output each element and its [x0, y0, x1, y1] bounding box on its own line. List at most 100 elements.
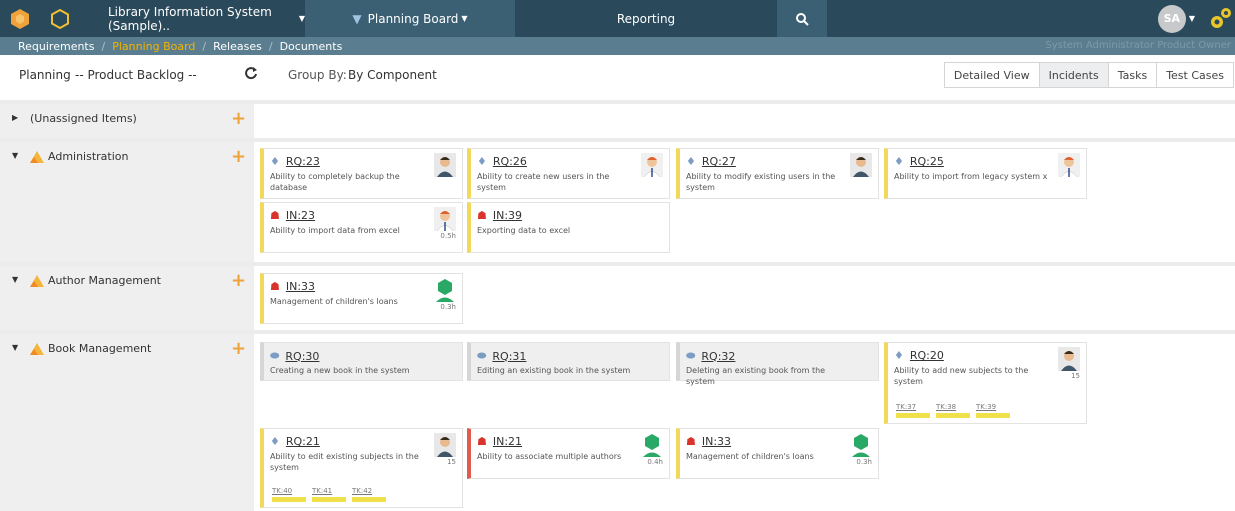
- requirement-card[interactable]: ⬬ RQ:31 Editing an existing book in the s…: [467, 342, 670, 381]
- requirement-icon: ♦: [894, 349, 904, 362]
- card-id-link[interactable]: RQ:23: [286, 155, 320, 168]
- admin-gear-button[interactable]: [1207, 0, 1235, 37]
- incident-icon: ☗: [477, 435, 487, 448]
- card-description: Deleting an existing book from the syste…: [686, 366, 826, 386]
- refresh-icon[interactable]: [244, 66, 258, 80]
- owner-avatar-icon: [434, 433, 456, 457]
- card-id: ♦ RQ:21: [270, 435, 320, 448]
- card-estimate: 0.4h: [647, 458, 663, 466]
- card-id: ☗ IN:39: [477, 209, 522, 222]
- add-item-button[interactable]: +: [231, 270, 246, 291]
- collapse-caret-icon[interactable]: ▼: [12, 151, 18, 160]
- planning-board-menu[interactable]: ▼ Planning Board ▼: [305, 0, 515, 37]
- owner-avatar-icon: [641, 153, 663, 177]
- collapse-caret-icon[interactable]: ▼: [12, 275, 18, 284]
- product-selector[interactable]: Library Information System (Sample).. ▼: [80, 0, 305, 37]
- task-link[interactable]: TK:38: [936, 403, 970, 418]
- incident-card[interactable]: ☗ IN:33 Management of children's loans 0.…: [676, 428, 879, 479]
- requirement-card[interactable]: ♦ RQ:23 Ability to completely backup the …: [260, 148, 463, 199]
- task-link[interactable]: TK:40: [272, 487, 306, 502]
- card-id-link[interactable]: RQ:20: [910, 349, 944, 362]
- expand-caret-icon[interactable]: ▶: [12, 113, 18, 122]
- incident-card[interactable]: ☗ IN:23 Ability to import data from excel…: [260, 202, 463, 253]
- team-avatar-icon: [436, 279, 454, 302]
- task-link[interactable]: TK:41: [312, 487, 346, 502]
- collapse-caret-icon[interactable]: ▼: [12, 343, 18, 352]
- test-cases-toggle[interactable]: Test Cases: [1156, 62, 1234, 88]
- tasks-toggle[interactable]: Tasks: [1107, 62, 1158, 88]
- breadcrumb-requirements[interactable]: Requirements: [18, 40, 94, 53]
- incident-card[interactable]: ☗ IN:21 Ability to associate multiple aut…: [467, 428, 670, 479]
- card-id-link[interactable]: RQ:25: [910, 155, 944, 168]
- card-id: ☗ IN:33: [270, 280, 315, 293]
- card-estimate: 0.5h: [440, 232, 456, 240]
- task-link[interactable]: TK:37: [896, 403, 930, 418]
- team-avatar-icon: [643, 434, 661, 457]
- card-id-link[interactable]: IN:23: [286, 209, 315, 222]
- card-id-link[interactable]: RQ:21: [286, 435, 320, 448]
- requirement-card[interactable]: ♦ RQ:27 Ability to modify existing users …: [676, 148, 879, 199]
- card-description: Ability to modify existing users in the …: [686, 172, 836, 192]
- view-options: Detailed View Incidents Tasks Test Cases: [943, 62, 1234, 88]
- card-id-link[interactable]: RQ:31: [492, 350, 526, 363]
- incident-icon: ☗: [270, 280, 280, 293]
- hexagon-icon[interactable]: [40, 0, 80, 37]
- app-logo-icon[interactable]: [0, 0, 40, 37]
- detailed-view-button[interactable]: Detailed View: [943, 62, 1040, 88]
- team-avatar-icon: [852, 434, 870, 457]
- add-item-button[interactable]: +: [231, 146, 246, 167]
- incident-icon: ☗: [686, 435, 696, 448]
- owner-avatar-icon: [1058, 347, 1080, 371]
- component-icon: [30, 343, 44, 355]
- owner-avatar-icon: [434, 153, 456, 177]
- requirement-card[interactable]: ♦ RQ:21 Ability to edit existing subjects…: [260, 428, 463, 508]
- incident-card[interactable]: ☗ IN:39 Exporting data to excel: [467, 202, 670, 253]
- card-id-link[interactable]: IN:33: [702, 435, 731, 448]
- requirement-card[interactable]: ⬬ RQ:32 Deleting an existing book from th…: [676, 342, 879, 386]
- add-item-button[interactable]: +: [231, 338, 246, 359]
- requirement-card[interactable]: ♦ RQ:26 Ability to create new users in th…: [467, 148, 670, 199]
- card-id-link[interactable]: RQ:27: [702, 155, 736, 168]
- task-link[interactable]: TK:42: [352, 487, 386, 502]
- card-id: ⬬ RQ:32: [686, 349, 735, 363]
- add-item-button[interactable]: +: [231, 108, 246, 129]
- card-id-link[interactable]: RQ:30: [285, 350, 319, 363]
- planning-label: Planning: [19, 68, 71, 82]
- group-header: ▼ Book Management +: [0, 334, 254, 511]
- user-menu[interactable]: SA ▼: [1157, 4, 1195, 33]
- requirement-card[interactable]: ⬬ RQ:30 Creating a new book in the system: [260, 342, 463, 381]
- card-description: Ability to add new subjects to the syste…: [894, 366, 1029, 386]
- top-navigation-bar: Library Information System (Sample).. ▼ …: [0, 0, 1235, 37]
- group-by-label: Group By:: [288, 68, 347, 82]
- task-link[interactable]: TK:39: [976, 403, 1010, 418]
- group-name: (Unassigned Items): [30, 112, 137, 125]
- breadcrumb-releases[interactable]: Releases: [213, 40, 262, 53]
- breadcrumb-separator: /: [101, 39, 106, 53]
- requirement-card[interactable]: ♦ RQ:25 Ability to import from legacy sys…: [884, 148, 1087, 199]
- requirement-card[interactable]: ♦ RQ:20 Ability to add new subjects to th…: [884, 342, 1087, 424]
- card-id-link[interactable]: RQ:26: [493, 155, 527, 168]
- breadcrumb-documents[interactable]: Documents: [280, 40, 343, 53]
- incident-icon: ☗: [270, 209, 280, 222]
- card-id-link[interactable]: IN:39: [493, 209, 522, 222]
- card-estimate: 15: [1071, 372, 1080, 380]
- card-id-link[interactable]: IN:33: [286, 280, 315, 293]
- incidents-toggle[interactable]: Incidents: [1038, 62, 1109, 88]
- component-icon: [30, 151, 44, 163]
- owner-avatar-icon: [1058, 153, 1080, 177]
- reporting-menu[interactable]: Reporting: [515, 0, 777, 37]
- card-id: ♦ RQ:26: [477, 155, 527, 168]
- card-id-link[interactable]: IN:21: [493, 435, 522, 448]
- card-id-link[interactable]: RQ:32: [701, 350, 735, 363]
- card-id: ⬬ RQ:31: [477, 349, 526, 363]
- search-button[interactable]: [777, 0, 827, 37]
- incident-card[interactable]: ☗ IN:33 Management of children's loans 0.…: [260, 273, 463, 324]
- card-description: Management of children's loans: [686, 452, 814, 461]
- group-by-selector[interactable]: By Component: [348, 68, 437, 82]
- planning-board-menu-label: Planning Board: [367, 11, 459, 26]
- card-description: Ability to completely backup the databas…: [270, 172, 400, 192]
- breadcrumb-planning-board[interactable]: Planning Board: [112, 40, 195, 53]
- card-id: ♦ RQ:23: [270, 155, 320, 168]
- card-description: Ability to edit existing subjects in the…: [270, 452, 419, 472]
- planning-release-selector[interactable]: -- Product Backlog --: [75, 68, 197, 82]
